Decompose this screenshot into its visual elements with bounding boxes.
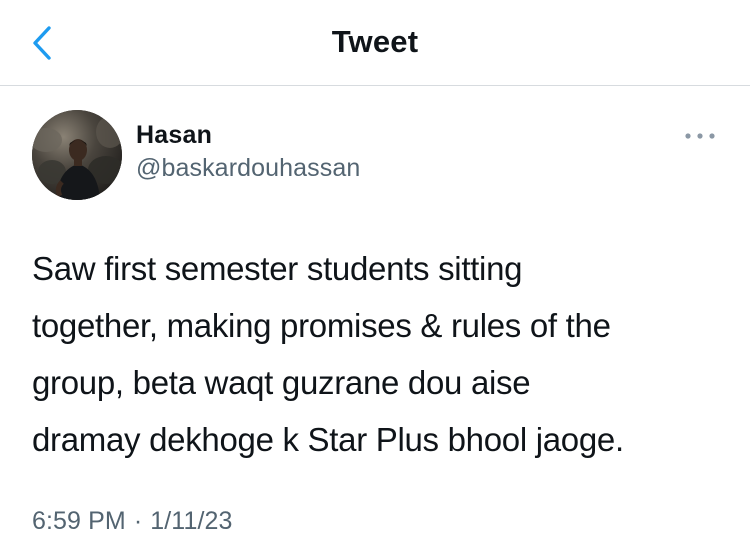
- more-options-button[interactable]: [680, 122, 720, 150]
- tweet-date: 1/11/23: [150, 507, 233, 535]
- meta-separator: ·: [133, 507, 143, 535]
- author-display-name[interactable]: Hasan: [136, 121, 212, 150]
- tweet-text-line: Saw first semester students sitting: [32, 250, 523, 287]
- tweet-detail-screen: Tweet Hasan @baskardouhassan Saw first s…: [0, 0, 750, 558]
- tweet-text-line: group, beta waqt guzrane dou aise: [32, 364, 531, 401]
- avatar[interactable]: [32, 110, 122, 200]
- author-handle[interactable]: @baskardouhassan: [136, 154, 360, 183]
- tweet-text: Saw first semester students sitting toge…: [32, 240, 722, 468]
- tweet-text-line: dramay dekhoge k Star Plus bhool jaoge.: [32, 421, 624, 458]
- tweet-timestamp: 6:59 PM · 1/11/23: [32, 507, 233, 536]
- user-avatar-photo: [32, 110, 122, 200]
- more-horizontal-icon: [685, 133, 715, 139]
- top-bar: Tweet: [0, 0, 750, 86]
- page-title: Tweet: [331, 24, 419, 59]
- tweet-time: 6:59 PM: [32, 507, 126, 535]
- tweet-text-line: together, making promises & rules of the: [32, 307, 611, 344]
